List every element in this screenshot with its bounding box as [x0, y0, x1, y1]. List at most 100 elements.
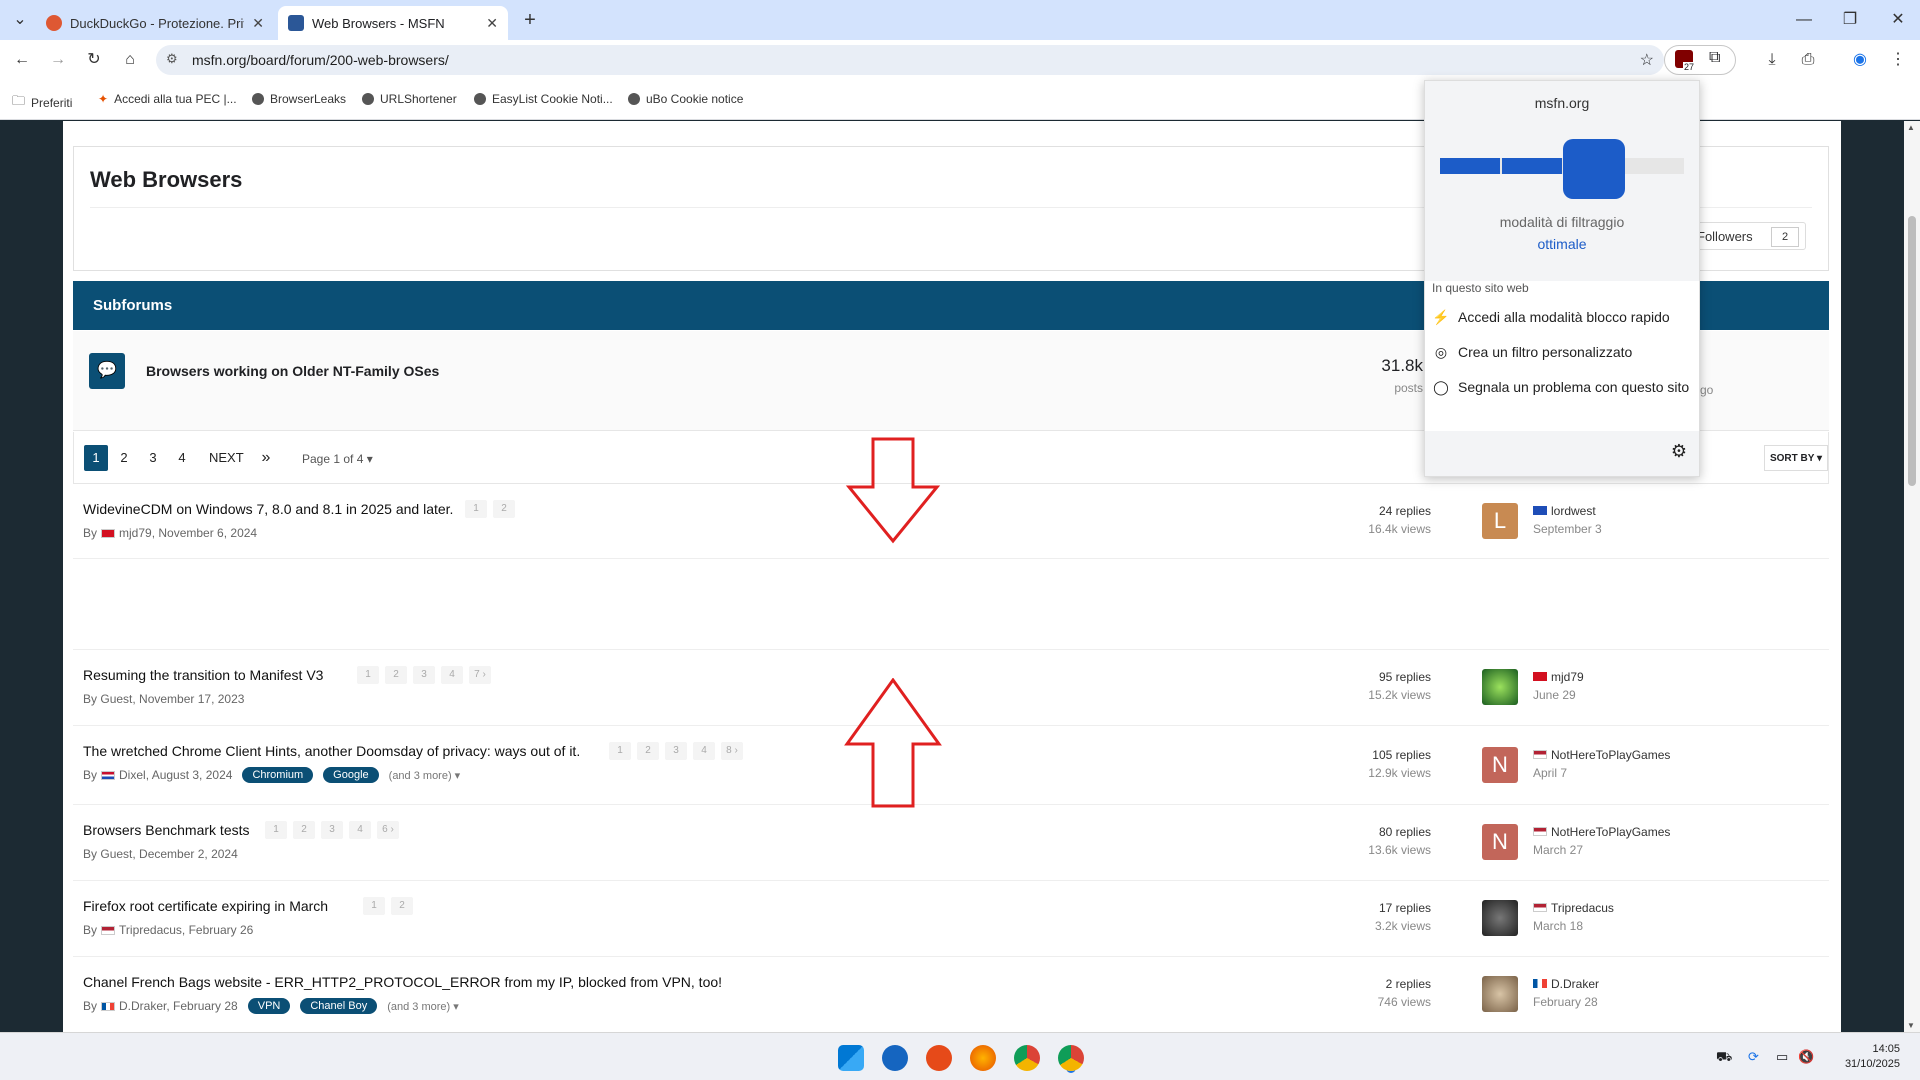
topic-title[interactable]: Chanel French Bags website - ERR_HTTP2_P… — [83, 974, 722, 990]
topic-pages: 12348 › — [609, 742, 749, 760]
restore-icon[interactable]: ❐ — [1836, 8, 1864, 32]
thunderbird-icon[interactable] — [882, 1045, 908, 1071]
site-info-icon[interactable]: ⚙ — [166, 51, 178, 67]
app-icon[interactable] — [926, 1045, 952, 1071]
bookmark-preferiti[interactable]: 🗀 Preferiti — [12, 92, 72, 114]
close-tab-icon[interactable]: ✕ — [252, 15, 264, 32]
close-window-icon[interactable]: ✕ — [1884, 8, 1912, 32]
filter-mode-slider[interactable] — [1440, 158, 1684, 174]
tray-monitor-icon[interactable]: ▭ — [1776, 1049, 1788, 1065]
last-poster[interactable]: lordwest September 3 — [1533, 504, 1602, 536]
last-poster[interactable]: D.Draker February 28 — [1533, 977, 1599, 1009]
settings-gears-icon[interactable]: ⚙ — [1671, 441, 1687, 462]
topic-page-link[interactable]: 1 — [465, 500, 487, 518]
avatar[interactable]: L — [1482, 503, 1518, 539]
last-poster[interactable]: Tripredacus March 18 — [1533, 901, 1614, 933]
new-tab-icon[interactable]: + — [516, 8, 544, 32]
topic-title[interactable]: Firefox root certificate expiring in Mar… — [83, 898, 328, 914]
avatar[interactable]: N — [1482, 747, 1518, 783]
custom-filter-item[interactable]: ◎ Crea un filtro personalizzato — [1432, 342, 1696, 362]
chrome-active-icon[interactable] — [1058, 1045, 1084, 1071]
report-issue-item[interactable]: ◯ Segnala un problema con questo sito — [1432, 377, 1696, 397]
url-text[interactable]: msfn.org/board/forum/200-web-browsers/ — [192, 52, 449, 68]
topic-author[interactable]: mjd79, November 6, 2024 — [119, 526, 257, 540]
topic-row[interactable]: Resuming the transition to Manifest V3 1… — [73, 651, 1829, 726]
bookmark-browserleaks[interactable]: BrowserLeaks — [252, 92, 346, 106]
topic-author[interactable]: Tripredacus, February 26 — [119, 923, 253, 937]
topic-stats: 80 replies 13.6k views — [1368, 825, 1431, 857]
download-icon[interactable]: ⤓ — [1758, 48, 1786, 72]
flag-icon — [1533, 903, 1547, 912]
quick-block-mode-item[interactable]: ⚡ Accedi alla modalità blocco rapido — [1432, 307, 1696, 327]
address-bar[interactable]: ⚙ msfn.org/board/forum/200-web-browsers/… — [156, 45, 1664, 75]
profile-icon[interactable]: ◉ — [1846, 48, 1874, 72]
last-poster[interactable]: NotHereToPlayGames April 7 — [1533, 748, 1670, 780]
tab-duckduckgo[interactable]: DuckDuckGo - Protezione. Priva ✕ — [36, 6, 274, 40]
avatar[interactable] — [1482, 976, 1518, 1012]
home-icon[interactable]: ⌂ — [116, 48, 144, 72]
tag-chromium[interactable]: Chromium — [242, 767, 314, 783]
clock[interactable]: 14:05 31/10/2025 — [1820, 1042, 1900, 1072]
topic-title[interactable]: The wretched Chrome Client Hints, anothe… — [83, 743, 580, 759]
subforum-title[interactable]: Browsers working on Older NT-Family OSes — [146, 363, 439, 379]
tab-label: DuckDuckGo - Protezione. Priva — [70, 15, 245, 31]
bookmark-ubo-cookie[interactable]: uBo Cookie notice — [628, 92, 743, 106]
page-2-button[interactable]: 2 — [112, 445, 136, 471]
topic-author: Guest, November 17, 2023 — [100, 692, 245, 706]
topic-row[interactable]: Firefox root certificate expiring in Mar… — [73, 882, 1829, 957]
menu-kebab-icon[interactable]: ⋮ — [1884, 48, 1912, 72]
extensions-puzzle-icon[interactable]: ⧉ — [1709, 49, 1720, 67]
tray-app-icon[interactable]: ⛟ — [1716, 1049, 1732, 1067]
scrollbar-thumb[interactable] — [1908, 216, 1916, 486]
page-4-button[interactable]: 4 — [170, 445, 194, 471]
more-tags-toggle[interactable]: (and 3 more) ▾ — [387, 1000, 459, 1013]
start-button-icon[interactable] — [838, 1045, 864, 1071]
speaker-muted-icon[interactable]: 🔇 — [1798, 1049, 1814, 1065]
followers-button[interactable]: Followers 2 — [1688, 222, 1806, 250]
avatar[interactable] — [1482, 669, 1518, 705]
avatar[interactable] — [1482, 900, 1518, 936]
avatar[interactable]: N — [1482, 824, 1518, 860]
minimize-icon[interactable]: — — [1790, 8, 1818, 32]
close-tab-icon[interactable]: ✕ — [486, 15, 498, 32]
last-poster[interactable]: mjd79 June 29 — [1533, 670, 1584, 702]
topic-author[interactable]: D.Draker, February 28 — [119, 999, 238, 1013]
scroll-down-icon[interactable]: ▼ — [1907, 1021, 1915, 1030]
topic-row[interactable]: Browsers Benchmark tests 12346 › By Gues… — [73, 806, 1829, 881]
topic-row[interactable]: WidevineCDM on Windows 7, 8.0 and 8.1 in… — [73, 485, 1829, 559]
tag-vpn[interactable]: VPN — [247, 998, 291, 1014]
topic-title[interactable]: WidevineCDM on Windows 7, 8.0 and 8.1 in… — [83, 501, 453, 517]
back-icon[interactable]: ← — [8, 48, 36, 72]
print-icon[interactable]: ⎙ — [1794, 48, 1822, 72]
firefox-icon[interactable] — [970, 1045, 996, 1071]
bookmark-pec[interactable]: ✦ Accedi alla tua PEC |... — [98, 92, 237, 106]
reload-icon[interactable]: ↻ — [80, 48, 108, 72]
tab-search-icon[interactable]: ⌄ — [6, 8, 34, 32]
tag-chanel-boy[interactable]: Chanel Boy — [300, 998, 378, 1014]
sort-by-button[interactable]: SORT BY ▾ — [1764, 445, 1828, 471]
page-jump-dropdown[interactable]: Page 1 of 4 ▾ — [302, 452, 373, 466]
slider-knob[interactable] — [1563, 139, 1625, 199]
topic-row[interactable]: The wretched Chrome Client Hints, anothe… — [73, 727, 1829, 805]
tab-msfn[interactable]: Web Browsers - MSFN ✕ — [278, 6, 508, 40]
forward-icon[interactable]: → — [44, 48, 72, 72]
chrome-icon[interactable] — [1014, 1045, 1040, 1071]
topic-author[interactable]: Dixel, August 3, 2024 — [119, 768, 232, 782]
last-page-button[interactable]: » — [254, 445, 278, 471]
scroll-up-icon[interactable]: ▲ — [1907, 123, 1915, 132]
next-page-button[interactable]: NEXT — [209, 445, 244, 471]
page-scrollbar[interactable]: ▲ ▼ — [1904, 121, 1920, 1032]
page-1-button[interactable]: 1 — [84, 445, 108, 471]
topic-row[interactable]: Chanel French Bags website - ERR_HTTP2_P… — [73, 958, 1829, 1032]
bookmark-easylist[interactable]: EasyList Cookie Noti... — [474, 92, 613, 106]
tray-network-icon[interactable]: ⟳ — [1748, 1049, 1759, 1065]
last-poster[interactable]: NotHereToPlayGames March 27 — [1533, 825, 1670, 857]
topic-page-link[interactable]: 2 — [493, 500, 515, 518]
topic-title[interactable]: Browsers Benchmark tests — [83, 822, 250, 838]
bookmark-star-icon[interactable]: ☆ — [1640, 50, 1654, 70]
bookmark-urlshortener[interactable]: URLShortener — [362, 92, 457, 106]
page-3-button[interactable]: 3 — [141, 445, 165, 471]
topic-title[interactable]: Resuming the transition to Manifest V3 — [83, 667, 323, 683]
more-tags-toggle[interactable]: (and 3 more) ▾ — [389, 769, 461, 782]
tag-google[interactable]: Google — [323, 767, 379, 783]
